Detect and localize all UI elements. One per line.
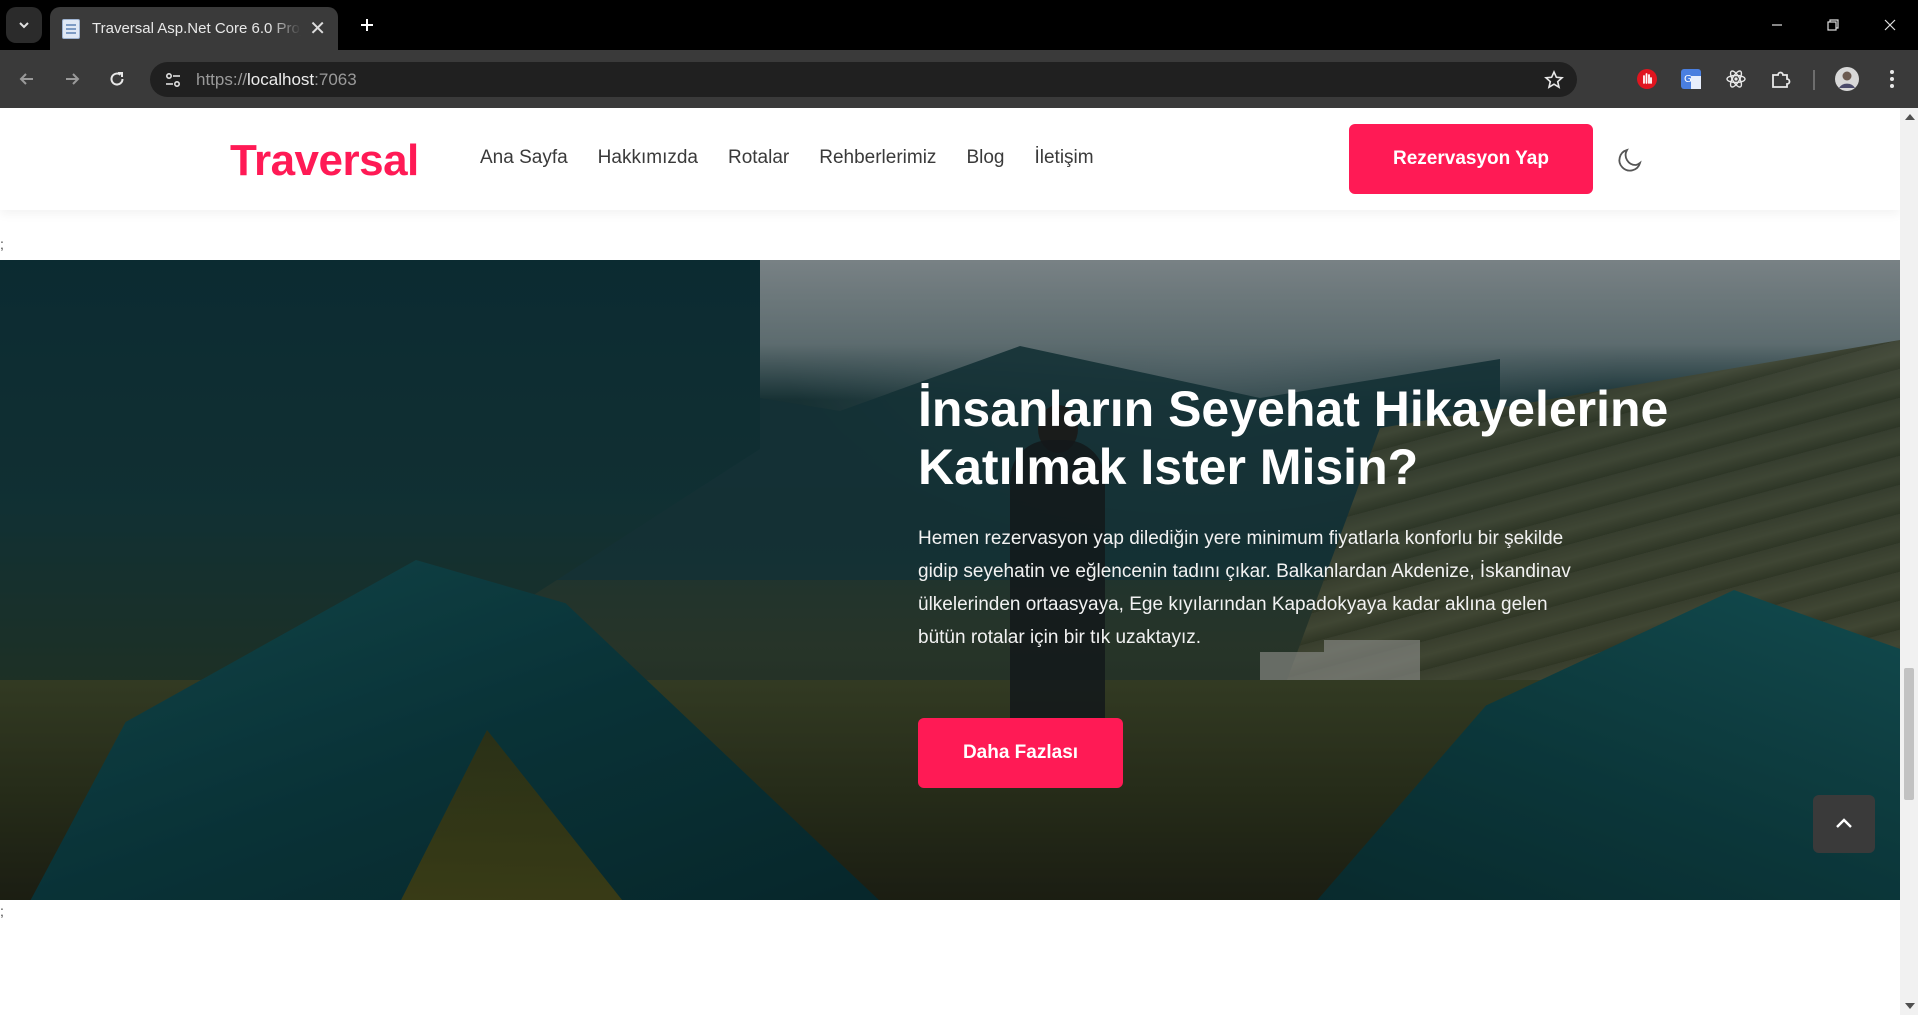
extension-adblock[interactable]: [1632, 64, 1662, 94]
extensions-button[interactable]: [1766, 64, 1796, 94]
page-scrollbar[interactable]: [1900, 108, 1918, 1015]
site-header: Traversal Ana Sayfa Hakkımızda Rotalar R…: [0, 108, 1900, 210]
minimize-icon: [1772, 24, 1782, 26]
nav-link-guides[interactable]: Rehberlerimiz: [819, 147, 936, 169]
back-button[interactable]: [10, 62, 44, 96]
hero-title: İnsanların Seyehat Hikayelerine Katılmak…: [918, 381, 1669, 495]
bookmark-button[interactable]: [1541, 67, 1567, 93]
nav-link-blog[interactable]: Blog: [966, 147, 1004, 169]
close-window-button[interactable]: [1870, 8, 1910, 42]
hero-description: Hemen rezervasyon yap dilediğin yere min…: [918, 528, 1571, 648]
puzzle-icon: [1772, 71, 1791, 88]
avatar-icon: [1835, 67, 1859, 91]
chevron-up-icon: [1836, 818, 1852, 828]
site-logo[interactable]: Traversal: [230, 136, 419, 186]
react-icon: [1726, 70, 1746, 88]
site-info-button[interactable]: [160, 67, 186, 93]
reload-icon: [110, 72, 124, 86]
nav-link-about[interactable]: Hakkımızda: [598, 147, 698, 169]
theme-toggle-button[interactable]: [1614, 144, 1646, 176]
hand-stop-icon: [1637, 69, 1657, 89]
browser-tabbar: Traversal Asp.Net Core 6.0 Project ✕: [0, 0, 1918, 50]
nav-link-home[interactable]: Ana Sayfa: [480, 147, 568, 169]
browser-toolbar: https://localhost:7063 G: [0, 50, 1918, 108]
url-host: localhost: [247, 70, 315, 89]
nav-link-routes[interactable]: Rotalar: [728, 147, 789, 169]
translate-icon: G: [1681, 69, 1701, 89]
tune-icon: [165, 72, 181, 88]
scroll-up-arrow-icon[interactable]: [1905, 114, 1915, 120]
forward-button[interactable]: [55, 62, 89, 96]
moon-icon: [1618, 148, 1642, 172]
url-text: https://localhost:7063: [196, 70, 357, 90]
tab-search-button[interactable]: [6, 7, 42, 43]
arrow-right-icon: [66, 73, 80, 85]
url-scheme: https://: [196, 70, 248, 89]
browser-tab-active[interactable]: Traversal Asp.Net Core 6.0 Project ✕: [50, 7, 338, 50]
nav-link-contact[interactable]: İletişim: [1034, 147, 1093, 169]
url-port: :7063: [314, 70, 357, 89]
stray-text-bottom: ;: [0, 903, 4, 919]
hero-content: İnsanların Seyehat Hikayelerine Katılmak…: [918, 380, 1678, 654]
page-favicon-icon: [62, 18, 80, 39]
plus-icon: [361, 19, 373, 31]
scroll-down-arrow-icon[interactable]: [1905, 1003, 1915, 1009]
reservation-button[interactable]: Rezervasyon Yap: [1349, 124, 1593, 194]
minimize-button[interactable]: [1757, 8, 1797, 42]
restore-button[interactable]: [1813, 8, 1853, 42]
svg-text:G: G: [1684, 74, 1692, 85]
back-to-top-button[interactable]: [1813, 795, 1875, 853]
browser-menu-button[interactable]: [1877, 64, 1907, 94]
page-viewport: Traversal Ana Sayfa Hakkımızda Rotalar R…: [0, 108, 1900, 1015]
address-bar[interactable]: https://localhost:7063: [150, 62, 1577, 97]
hero-section: İnsanların Seyehat Hikayelerine Katılmak…: [0, 260, 1900, 900]
main-nav: Ana Sayfa Hakkımızda Rotalar Rehberlerim…: [480, 147, 1124, 169]
kebab-menu-icon: [1890, 70, 1894, 88]
more-button[interactable]: Daha Fazlası: [918, 718, 1123, 788]
star-icon: [1544, 70, 1564, 89]
profile-button[interactable]: [1832, 64, 1862, 94]
toolbar-divider: [1813, 70, 1815, 90]
extension-translate[interactable]: G: [1676, 64, 1706, 94]
tab-title: Traversal Asp.Net Core 6.0 Project: [92, 20, 302, 37]
reload-button[interactable]: [100, 62, 134, 96]
arrow-left-icon: [19, 73, 33, 85]
close-icon: [1884, 19, 1896, 31]
tab-close-icon[interactable]: ✕: [309, 19, 326, 39]
scrollbar-thumb[interactable]: [1904, 668, 1914, 800]
chevron-down-icon: [19, 22, 29, 29]
restore-icon: [1827, 19, 1839, 31]
stray-text-top: ;: [0, 236, 4, 252]
extension-react-devtools[interactable]: [1721, 64, 1751, 94]
new-tab-button[interactable]: [352, 10, 382, 40]
